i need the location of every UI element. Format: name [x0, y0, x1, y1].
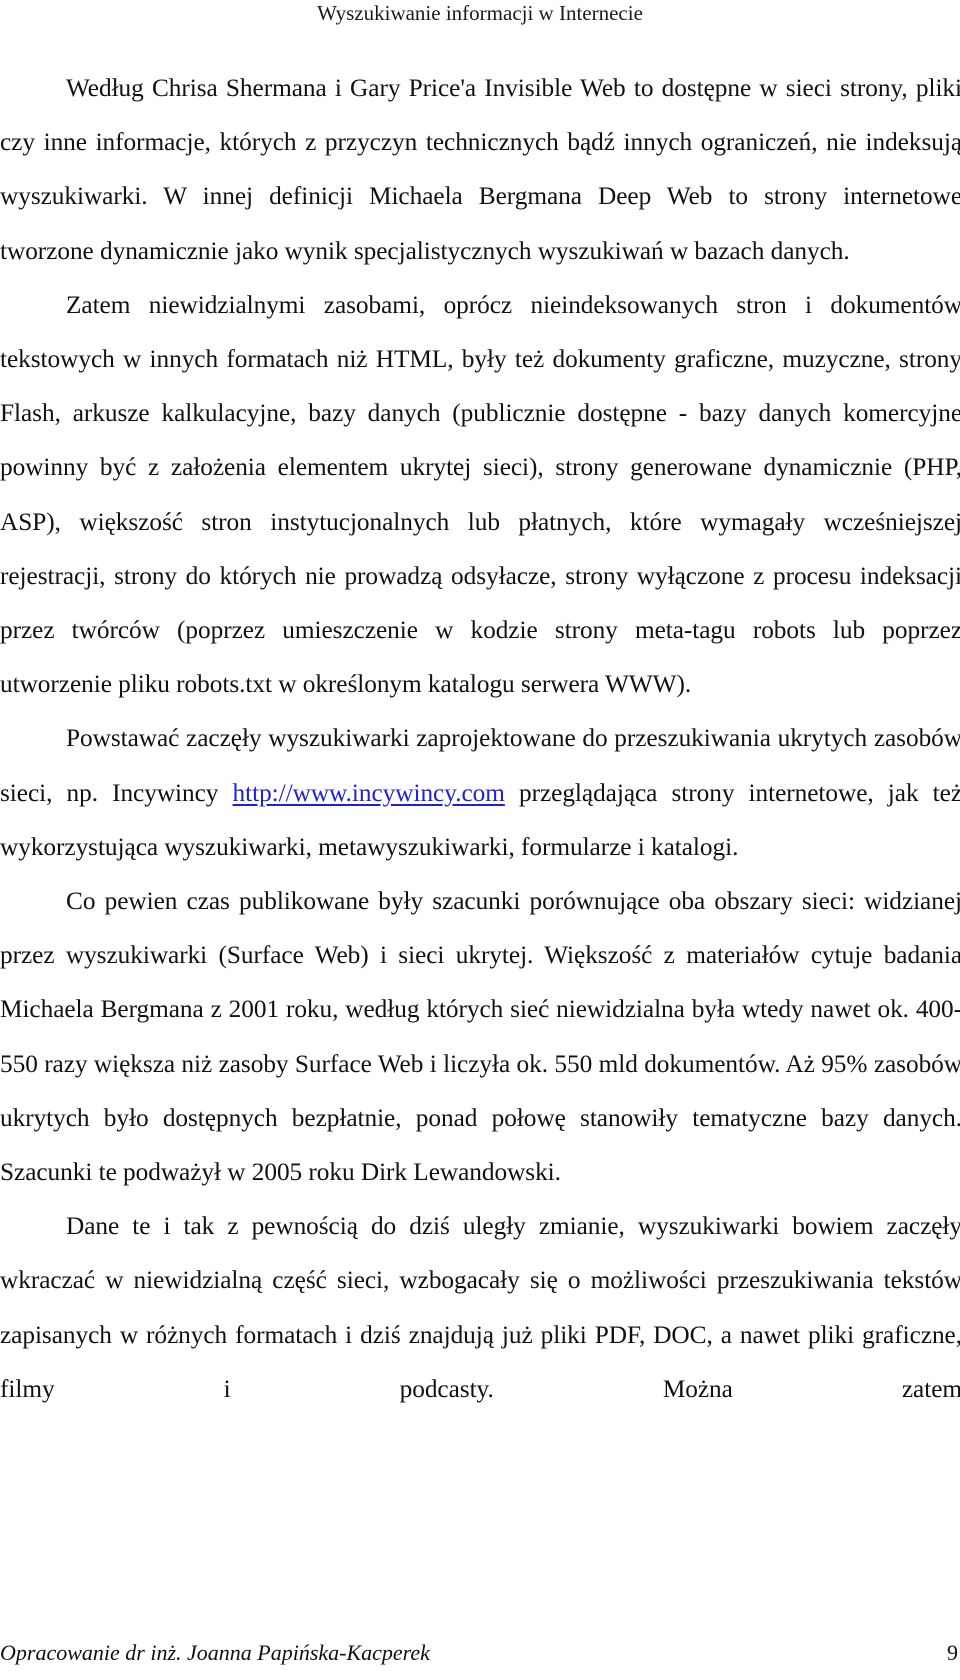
document-body: Według Chrisa Shermana i Gary Price'a In…	[0, 61, 960, 1416]
paragraph-data-changes: Dane te i tak z pewnością do dziś uległy…	[0, 1212, 960, 1403]
running-header: Wyszukiwanie informacji w Internecie	[0, 0, 960, 26]
paragraph-size-estimates: Co pewien czas publikowane były szacunki…	[0, 887, 960, 1187]
incywincy-link[interactable]: http://www.incywincy.com	[233, 779, 505, 807]
page-footer: Opracowanie dr inż. Joanna Papińska-Kacp…	[0, 1638, 960, 1668]
document-title: Wyszukiwanie informacji w Internecie	[317, 1, 643, 25]
paragraph-hidden-resources: Zatem niewidzialnymi zasobami, oprócz ni…	[0, 290, 960, 699]
footer-author: Opracowanie dr inż. Joanna Papińska-Kacp…	[0, 1640, 430, 1665]
paragraph-invisible-web-definition: Według Chrisa Shermana i Gary Price'a In…	[0, 74, 960, 265]
page-number: 9	[947, 1640, 958, 1665]
paragraph-deep-web-search-engines: Powstawać zaczęły wyszukiwarki zaprojekt…	[0, 711, 960, 874]
